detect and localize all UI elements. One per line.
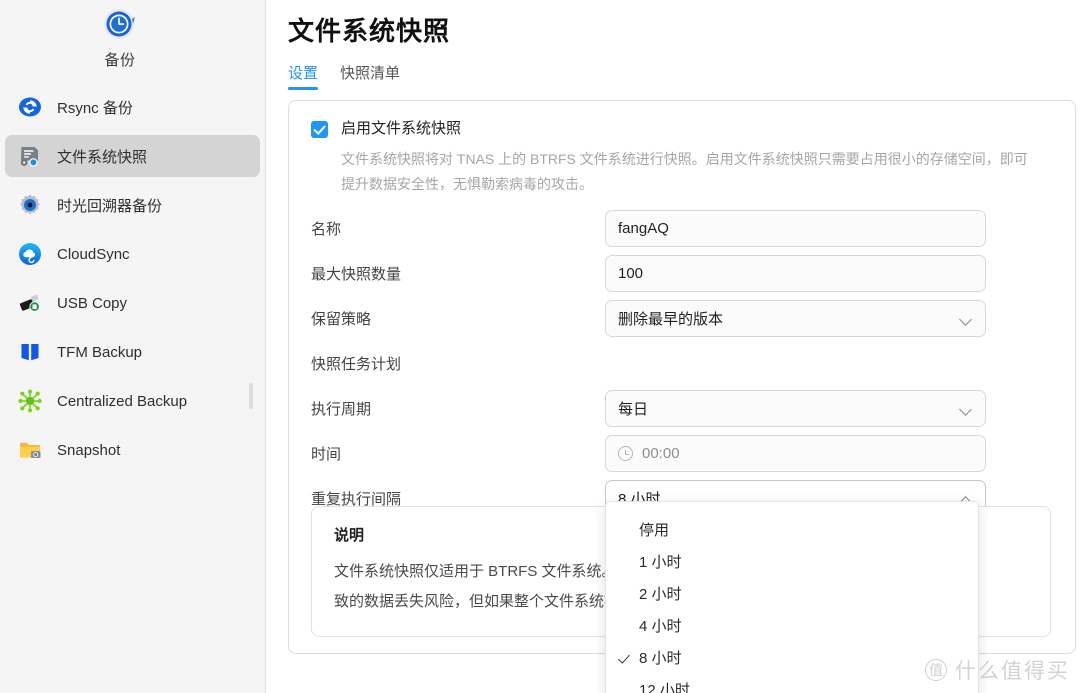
settings-card: 启用文件系统快照 文件系统快照将对 TNAS 上的 BTRFS 文件系统进行快照… — [288, 100, 1076, 693]
chevron-down-icon — [961, 313, 973, 325]
tab-bar: 设置 快照清单 — [288, 62, 1080, 90]
dropdown-option-4h[interactable]: 4 小时 — [606, 609, 978, 641]
sidebar-item-label: 文件系统快照 — [57, 148, 148, 166]
snapshot-settings-form: 名称 fangAQ 最大快照数量 100 保留策略 删除最早的版本 快照任务计划… — [289, 209, 1075, 518]
sidebar-item-usb-copy[interactable]: USB Copy — [5, 282, 260, 324]
sidebar-item-snapshot[interactable]: Snapshot — [5, 429, 260, 471]
sidebar-app-title: 备份 — [104, 52, 136, 69]
form-row-schedule-heading: 快照任务计划 — [311, 344, 1075, 383]
page-title: 文件系统快照 — [288, 16, 451, 46]
centralized-backup-icon — [17, 388, 43, 414]
dropdown-option-disabled[interactable]: 停用 — [606, 513, 978, 545]
form-row-time: 时间 00:00 — [311, 434, 1075, 473]
form-row-max-snapshots: 最大快照数量 100 — [311, 254, 1075, 293]
time-input[interactable]: 00:00 — [605, 435, 986, 472]
sidebar-nav-list: Rsync 备份 文件系统快照 时光回溯器备份 CloudSync USB Co… — [0, 86, 265, 471]
app-window: 备份 Rsync 备份 文件系统快照 时光回溯器备份 CloudSync USB… — [0, 0, 1080, 693]
sidebar-item-label: Rsync 备份 — [57, 99, 133, 117]
snapshot-folder-icon — [17, 437, 43, 463]
sidebar-item-label: Centralized Backup — [57, 392, 188, 410]
max-snapshots-input-value: 100 — [618, 265, 644, 282]
sidebar-app-header: 备份 — [0, 0, 240, 70]
dropdown-option-12h[interactable]: 12 小时 — [606, 673, 978, 693]
clock-backup-icon — [102, 6, 138, 42]
retention-policy-select[interactable]: 删除最早的版本 — [605, 300, 986, 337]
dropdown-option-label: 2 小时 — [639, 585, 682, 603]
sidebar-item-centralized-backup[interactable]: Centralized Backup — [5, 380, 260, 422]
tab-settings[interactable]: 设置 — [288, 62, 319, 90]
name-input-value: fangAQ — [618, 220, 669, 237]
check-icon — [619, 652, 639, 663]
enable-snapshot-label: 启用文件系统快照 — [341, 120, 462, 137]
sidebar-item-label: TFM Backup — [57, 343, 143, 361]
sidebar-item-time-machine-backup[interactable]: 时光回溯器备份 — [5, 184, 260, 226]
chevron-down-icon — [961, 403, 973, 415]
sidebar-item-label: USB Copy — [57, 294, 128, 312]
name-input[interactable]: fangAQ — [605, 210, 986, 247]
enable-snapshot-row: 启用文件系统快照 文件系统快照将对 TNAS 上的 BTRFS 文件系统进行快照… — [289, 101, 1075, 197]
dropdown-option-label: 停用 — [639, 521, 670, 539]
dropdown-option-2h[interactable]: 2 小时 — [606, 577, 978, 609]
sidebar-scrollbar[interactable] — [249, 383, 253, 409]
time-machine-icon — [17, 192, 43, 218]
cloud-sync-icon — [17, 241, 43, 267]
dropdown-option-1h[interactable]: 1 小时 — [606, 545, 978, 577]
enable-snapshot-checkbox[interactable] — [311, 121, 328, 138]
schedule-heading-label: 快照任务计划 — [311, 356, 402, 373]
sidebar-item-cloudsync[interactable]: CloudSync — [5, 233, 260, 275]
rsync-sync-icon — [17, 94, 43, 120]
tfm-backup-icon — [17, 339, 43, 365]
retention-policy-value: 删除最早的版本 — [618, 311, 724, 328]
clock-icon — [618, 446, 633, 461]
name-label: 名称 — [311, 221, 342, 238]
sidebar-item-tfm-backup[interactable]: TFM Backup — [5, 331, 260, 373]
enable-snapshot-text: 启用文件系统快照 文件系统快照将对 TNAS 上的 BTRFS 文件系统进行快照… — [341, 119, 1041, 197]
sidebar-item-rsync-backup[interactable]: Rsync 备份 — [5, 86, 260, 128]
frequency-label: 执行周期 — [311, 401, 372, 418]
time-label: 时间 — [311, 446, 342, 463]
sidebar: 备份 Rsync 备份 文件系统快照 时光回溯器备份 CloudSync USB… — [0, 0, 266, 693]
frequency-select[interactable]: 每日 — [605, 390, 986, 427]
repeat-interval-dropdown-menu: 停用 1 小时 2 小时 4 小时 8 小时 12 小时 — [605, 501, 979, 693]
sidebar-item-filesystem-snapshot[interactable]: 文件系统快照 — [5, 135, 260, 177]
sidebar-item-label: Snapshot — [57, 441, 121, 459]
dropdown-option-label: 12 小时 — [639, 681, 690, 693]
dropdown-option-8h[interactable]: 8 小时 — [606, 641, 978, 673]
retention-policy-label: 保留策略 — [311, 311, 372, 328]
sidebar-item-label: 时光回溯器备份 — [57, 197, 163, 215]
form-row-frequency: 执行周期 每日 — [311, 389, 1075, 428]
max-snapshots-label: 最大快照数量 — [311, 266, 402, 283]
tab-snapshot-list[interactable]: 快照清单 — [340, 62, 400, 90]
time-input-value: 00:00 — [642, 445, 680, 462]
usb-copy-icon — [17, 290, 43, 316]
form-row-name: 名称 fangAQ — [311, 209, 1075, 248]
dropdown-option-label: 1 小时 — [639, 553, 682, 571]
filesystem-snapshot-icon — [17, 143, 43, 169]
sidebar-item-label: CloudSync — [57, 245, 130, 263]
dropdown-option-label: 8 小时 — [639, 649, 682, 667]
frequency-value: 每日 — [618, 401, 649, 418]
dropdown-option-label: 4 小时 — [639, 617, 682, 635]
main-content: 文件系统快照 设置 快照清单 启用文件系统快照 文件系统快照将对 TNAS 上的… — [266, 0, 1080, 693]
enable-snapshot-description: 文件系统快照将对 TNAS 上的 BTRFS 文件系统进行快照。启用文件系统快照… — [341, 151, 1028, 192]
max-snapshots-input[interactable]: 100 — [605, 255, 986, 292]
form-row-retention-policy: 保留策略 删除最早的版本 — [311, 299, 1075, 338]
